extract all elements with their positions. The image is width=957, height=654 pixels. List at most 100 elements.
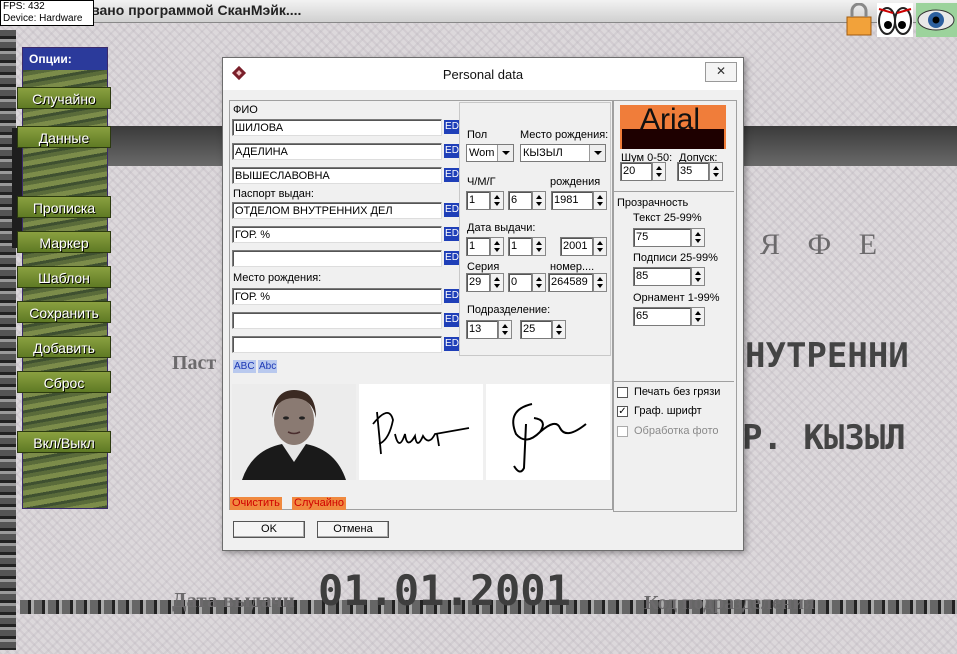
number-value[interactable]: 264589 bbox=[548, 273, 593, 292]
spinner-arrows-icon[interactable] bbox=[691, 267, 705, 286]
spinner-arrows-icon[interactable] bbox=[532, 191, 546, 210]
issue-year-value[interactable]: 2001 bbox=[560, 237, 593, 256]
issue-month-value[interactable]: 1 bbox=[508, 237, 532, 256]
issued-line1-input[interactable]: ОТДЕЛОМ ВНУТРЕННИХ ДЕЛ bbox=[232, 202, 442, 219]
chevron-down-icon bbox=[497, 145, 513, 161]
tolerance-value[interactable]: 35 bbox=[677, 162, 709, 181]
photo-processing-checkbox[interactable] bbox=[617, 426, 628, 437]
birthplace-line2-ed-button[interactable]: ED bbox=[444, 313, 460, 327]
birthplace-line3-ed-button[interactable]: ED bbox=[444, 337, 460, 351]
spinner-arrows-icon[interactable] bbox=[490, 273, 504, 292]
signature-image-1[interactable] bbox=[359, 384, 483, 480]
ornament-opacity-value[interactable]: 65 bbox=[633, 307, 691, 326]
issued-line2-input[interactable]: ГОР. % bbox=[232, 226, 442, 243]
patronymic-input[interactable]: ВЫШЕСЛАВОВНА bbox=[232, 167, 442, 184]
lock-icon[interactable] bbox=[845, 3, 873, 37]
mixedcase-button[interactable]: Abc bbox=[258, 360, 278, 373]
issue-day-spinner[interactable]: 1 bbox=[466, 237, 504, 256]
uppercase-button[interactable]: ABC bbox=[233, 360, 256, 373]
birthplace-line3-input[interactable] bbox=[232, 336, 442, 353]
menu-registration-button[interactable]: Прописка bbox=[17, 196, 111, 218]
spinner-arrows-icon[interactable] bbox=[532, 237, 546, 256]
noise-value[interactable]: 20 bbox=[620, 162, 652, 181]
issue-day-value[interactable]: 1 bbox=[466, 237, 490, 256]
text-opacity-spinner[interactable]: 75 bbox=[633, 228, 705, 247]
menu-reset-button[interactable]: Сброс bbox=[17, 371, 111, 393]
eyes-icon[interactable] bbox=[877, 3, 913, 37]
issued-line2-ed-button[interactable]: ED bbox=[444, 227, 460, 241]
close-button[interactable]: ✕ bbox=[705, 62, 737, 82]
graph-font-checkbox[interactable]: ✓ bbox=[617, 406, 628, 417]
text-opacity-value[interactable]: 75 bbox=[633, 228, 691, 247]
birth-day-value[interactable]: 1 bbox=[466, 191, 490, 210]
issue-month-spinner[interactable]: 1 bbox=[508, 237, 546, 256]
birthplace-line1-input[interactable]: ГОР. % bbox=[232, 288, 442, 305]
division-2-value[interactable]: 25 bbox=[520, 320, 552, 339]
text-opacity-label: Текст 25-99% bbox=[633, 212, 702, 224]
spinner-arrows-icon[interactable] bbox=[498, 320, 512, 339]
patronymic-ed-button[interactable]: ED bbox=[444, 168, 460, 182]
spinner-arrows-icon[interactable] bbox=[709, 162, 723, 181]
photo-image[interactable] bbox=[232, 384, 356, 480]
surname-input[interactable]: ШИЛОВА bbox=[232, 119, 442, 136]
menu-template-button[interactable]: Шаблон bbox=[17, 266, 111, 288]
ok-button[interactable]: OK bbox=[233, 521, 305, 538]
surname-ed-button[interactable]: ED bbox=[444, 120, 460, 134]
series-2-value[interactable]: 0 bbox=[508, 273, 532, 292]
menu-data-button[interactable]: Данные bbox=[17, 126, 111, 148]
birth-year-spinner[interactable]: 1981 bbox=[551, 191, 607, 210]
menu-marker-button[interactable]: Маркер bbox=[17, 231, 111, 253]
name-ed-button[interactable]: ED bbox=[444, 144, 460, 158]
menu-add-button[interactable]: Добавить bbox=[17, 336, 111, 358]
sign-opacity-spinner[interactable]: 85 bbox=[633, 267, 705, 286]
issue-year-spinner[interactable]: 2001 bbox=[560, 237, 607, 256]
number-spinner[interactable]: 264589 bbox=[548, 273, 607, 292]
sign-opacity-value[interactable]: 85 bbox=[633, 267, 691, 286]
ink-color-swatch[interactable] bbox=[622, 129, 724, 149]
cancel-button[interactable]: Отмена bbox=[317, 521, 389, 538]
signature-image-2[interactable] bbox=[486, 384, 610, 480]
birth-year-value[interactable]: 1981 bbox=[551, 191, 593, 210]
gender-select[interactable]: Wom bbox=[466, 144, 514, 162]
tolerance-spinner[interactable]: 35 bbox=[677, 162, 723, 181]
spinner-arrows-icon[interactable] bbox=[532, 273, 546, 292]
issued-line3-input[interactable] bbox=[232, 250, 442, 267]
birthplace-line2-input[interactable] bbox=[232, 312, 442, 329]
ornament-opacity-spinner[interactable]: 65 bbox=[633, 307, 705, 326]
spinner-arrows-icon[interactable] bbox=[691, 307, 705, 326]
division-1-value[interactable]: 13 bbox=[466, 320, 498, 339]
clear-button[interactable]: Очистить bbox=[230, 497, 282, 510]
app-titlebar: …ровано программой СканМэйк.... bbox=[0, 0, 957, 37]
birthplace-select[interactable]: КЫЗЫЛ bbox=[520, 144, 606, 162]
random-button[interactable]: Случайно bbox=[292, 497, 347, 510]
division-2-spinner[interactable]: 25 bbox=[520, 320, 566, 339]
series-1-value[interactable]: 29 bbox=[466, 273, 490, 292]
noise-spinner[interactable]: 20 bbox=[620, 162, 666, 181]
issued-line3-ed-button[interactable]: ED bbox=[444, 251, 460, 265]
spinner-arrows-icon[interactable] bbox=[691, 228, 705, 247]
menu-toggle-button[interactable]: Вкл/Выкл bbox=[17, 431, 111, 453]
spinner-arrows-icon[interactable] bbox=[490, 237, 504, 256]
spinner-arrows-icon[interactable] bbox=[652, 162, 666, 181]
division-1-spinner[interactable]: 13 bbox=[466, 320, 512, 339]
menu-save-button[interactable]: Сохранить bbox=[17, 301, 111, 323]
sign-opacity-label: Подписи 25-99% bbox=[633, 252, 718, 264]
eye-icon[interactable] bbox=[916, 3, 957, 37]
spinner-arrows-icon[interactable] bbox=[593, 273, 607, 292]
issued-line1-ed-button[interactable]: ED bbox=[444, 203, 460, 217]
name-input[interactable]: АДЕЛИНА bbox=[232, 143, 442, 160]
transparency-label: Прозрачность bbox=[617, 197, 689, 209]
menu-random-button[interactable]: Случайно bbox=[17, 87, 111, 109]
spinner-arrows-icon[interactable] bbox=[593, 191, 607, 210]
birthplace-line1-ed-button[interactable]: ED bbox=[444, 289, 460, 303]
font-preview[interactable]: Arial bbox=[620, 105, 726, 149]
birth-month-spinner[interactable]: 6 bbox=[508, 191, 546, 210]
spinner-arrows-icon[interactable] bbox=[552, 320, 566, 339]
spinner-arrows-icon[interactable] bbox=[490, 191, 504, 210]
series-1-spinner[interactable]: 29 bbox=[466, 273, 504, 292]
birth-day-spinner[interactable]: 1 bbox=[466, 191, 504, 210]
series-2-spinner[interactable]: 0 bbox=[508, 273, 546, 292]
print-clean-checkbox[interactable] bbox=[617, 387, 628, 398]
spinner-arrows-icon[interactable] bbox=[593, 237, 607, 256]
birth-month-value[interactable]: 6 bbox=[508, 191, 532, 210]
